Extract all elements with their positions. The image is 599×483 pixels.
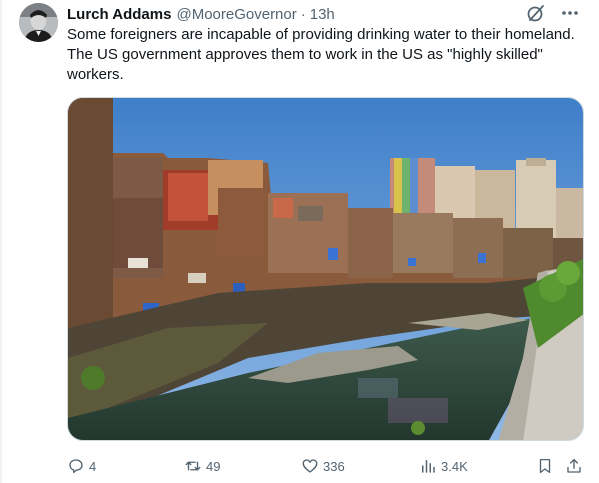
- author-handle[interactable]: @MooreGovernor: [176, 6, 296, 23]
- author-name[interactable]: Lurch Addams: [67, 6, 171, 23]
- separator-dot: ·: [300, 5, 306, 23]
- reply-count: 4: [89, 458, 97, 474]
- tweet-header: Lurch Addams @MooreGovernor · 13h: [67, 4, 335, 24]
- view-count: 3.4K: [441, 458, 468, 474]
- like-button[interactable]: 336: [301, 455, 345, 477]
- tweet-image[interactable]: [67, 97, 584, 441]
- like-count: 336: [323, 458, 345, 474]
- header-icons: [525, 2, 581, 24]
- slum-canal-photo: [68, 98, 583, 440]
- repost-count: 49: [206, 458, 221, 474]
- reply-icon: [69, 459, 83, 474]
- repost-button[interactable]: 49: [184, 455, 220, 477]
- bookmark-button[interactable]: [536, 455, 554, 477]
- action-bar: 4 49 336 3.4K: [67, 455, 587, 477]
- views-button[interactable]: 3.4K: [419, 455, 468, 477]
- bookmark-icon: [539, 458, 551, 474]
- like-icon: [302, 459, 318, 473]
- reply-button[interactable]: 4: [67, 455, 96, 477]
- timeline-border: [0, 0, 2, 483]
- avatar-image: [19, 3, 58, 42]
- views-icon: [422, 460, 435, 473]
- avatar[interactable]: [19, 3, 58, 42]
- share-icon: [567, 458, 581, 473]
- grok-icon[interactable]: [525, 2, 547, 24]
- tweet-text: Some foreigners are incapable of providi…: [67, 26, 575, 83]
- timestamp[interactable]: 13h: [310, 6, 335, 23]
- repost-icon: [185, 461, 201, 471]
- more-icon[interactable]: [559, 2, 581, 24]
- share-button[interactable]: [565, 455, 583, 477]
